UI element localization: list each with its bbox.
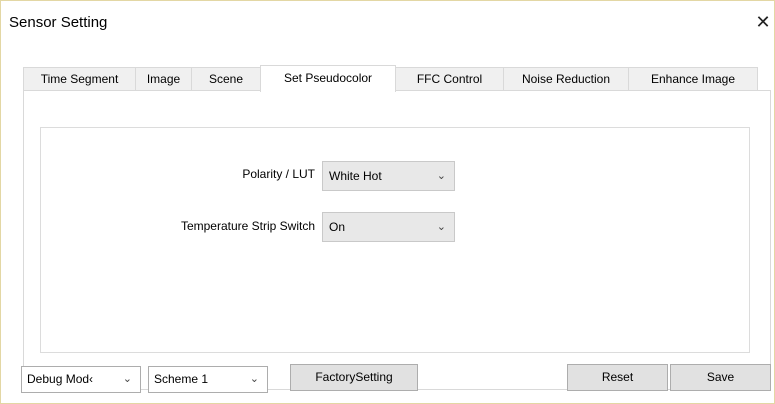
tab-enhance-image[interactable]: Enhance Image — [628, 67, 758, 91]
scheme-select[interactable]: Scheme 1 ⌄ — [148, 366, 268, 393]
window-title: Sensor Setting — [9, 14, 108, 31]
temperature-strip-select[interactable]: On ⌄ — [322, 212, 455, 242]
tab-panel-pseudocolor: Polarity / LUT White Hot ⌄ Temperature S… — [23, 90, 771, 390]
sensor-setting-window: Sensor Setting ✕ Time Segment Image Scen… — [0, 0, 775, 404]
debug-mode-value: Debug Mod‹ — [27, 372, 94, 386]
temperature-strip-value: On — [329, 220, 346, 234]
factory-setting-button[interactable]: FactorySetting — [290, 364, 418, 391]
tab-ffc-control[interactable]: FFC Control — [395, 67, 504, 91]
pseudocolor-group: Polarity / LUT White Hot ⌄ Temperature S… — [40, 127, 750, 353]
chevron-down-icon: ⌄ — [436, 221, 446, 233]
chevron-down-icon: ⌄ — [122, 373, 132, 385]
reset-button[interactable]: Reset — [567, 364, 668, 391]
tab-scene[interactable]: Scene — [191, 67, 261, 91]
polarity-lut-select[interactable]: White Hot ⌄ — [322, 161, 455, 191]
tab-time-segment[interactable]: Time Segment — [23, 67, 136, 91]
tab-image[interactable]: Image — [135, 67, 192, 91]
tab-set-pseudocolor[interactable]: Set Pseudocolor — [260, 65, 396, 92]
chevron-down-icon: ⌄ — [249, 373, 259, 385]
temperature-strip-label: Temperature Strip Switch — [180, 219, 315, 233]
polarity-lut-value: White Hot — [329, 169, 382, 183]
tab-noise-reduction[interactable]: Noise Reduction — [503, 67, 629, 91]
scheme-value: Scheme 1 — [154, 372, 209, 386]
polarity-lut-label: Polarity / LUT — [242, 167, 315, 181]
debug-mode-select[interactable]: Debug Mod‹ ⌄ — [21, 366, 141, 393]
chevron-down-icon: ⌄ — [436, 170, 446, 182]
save-button[interactable]: Save — [670, 364, 771, 391]
close-icon[interactable]: ✕ — [752, 11, 774, 33]
